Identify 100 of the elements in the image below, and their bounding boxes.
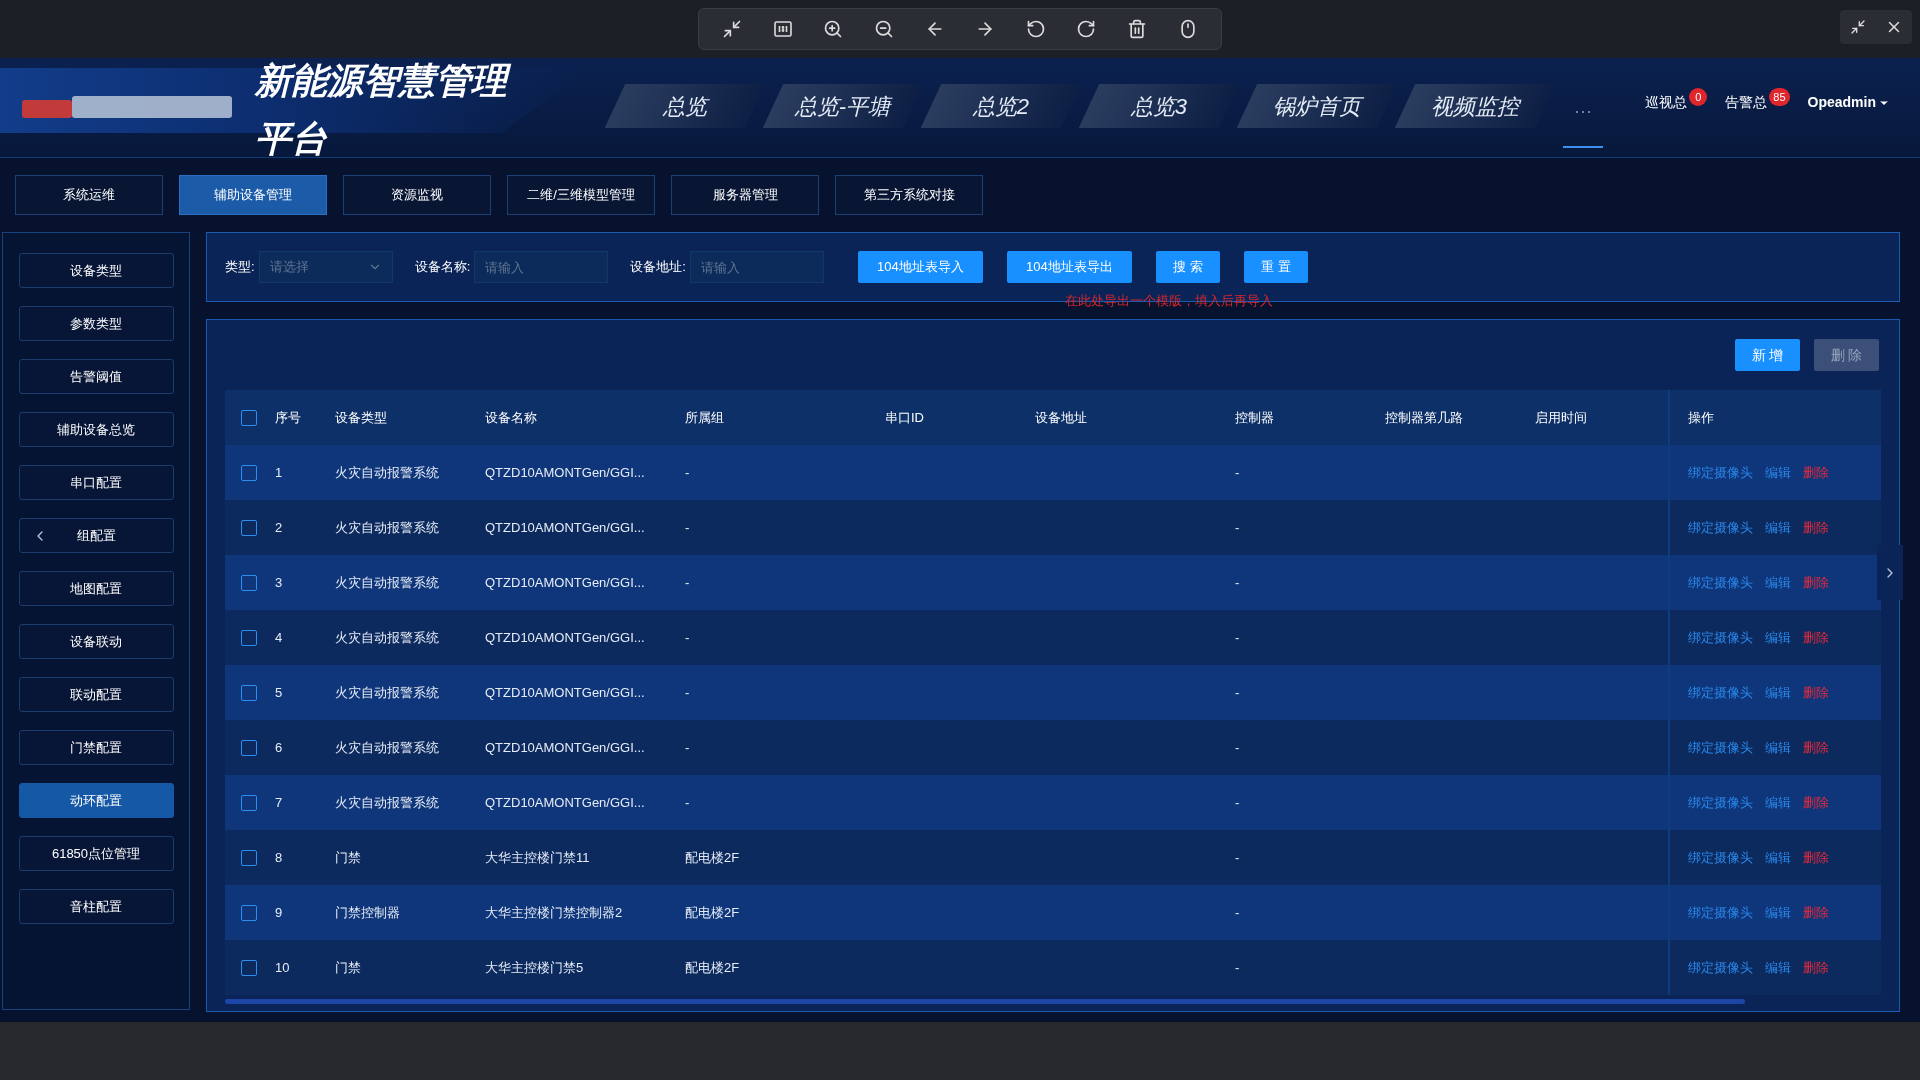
- row-action-link[interactable]: 编辑: [1765, 957, 1791, 978]
- row-action-link[interactable]: 绑定摄像头: [1688, 902, 1753, 923]
- more-nav-button[interactable]: ···: [1563, 98, 1603, 148]
- counter-label[interactable]: 巡视总: [1645, 92, 1688, 113]
- table-cell: -: [685, 519, 690, 535]
- type-select[interactable]: 请选择: [258, 251, 393, 283]
- row-action-link[interactable]: 删除: [1803, 517, 1829, 538]
- sidebar-item[interactable]: 61850点位管理: [18, 836, 174, 871]
- row-action-link[interactable]: 绑定摄像头: [1688, 462, 1753, 483]
- nav-tab[interactable]: 总览3: [1078, 84, 1240, 128]
- row-action-link[interactable]: 编辑: [1765, 682, 1791, 703]
- table-cell: -: [685, 794, 690, 810]
- row-action-link[interactable]: 删除: [1803, 957, 1829, 978]
- table-action-button[interactable]: 新 增: [1735, 339, 1800, 371]
- nav-tab[interactable]: 锅炉首页: [1236, 84, 1398, 128]
- row-checkbox[interactable]: [241, 739, 257, 756]
- sidebar-item[interactable]: 设备类型: [18, 253, 174, 288]
- row-checkbox[interactable]: [241, 464, 257, 481]
- row-checkbox[interactable]: [241, 519, 257, 536]
- row-action-link[interactable]: 编辑: [1765, 462, 1791, 483]
- row-action-link[interactable]: 绑定摄像头: [1688, 792, 1753, 813]
- module-tab[interactable]: 二维/三维模型管理: [507, 175, 655, 215]
- counter-label[interactable]: 告警总: [1725, 92, 1768, 113]
- row-action-link[interactable]: 删除: [1803, 572, 1829, 593]
- field-label: 设备地址:: [630, 258, 686, 277]
- row-action-link[interactable]: 删除: [1803, 627, 1829, 648]
- row-action-link[interactable]: 编辑: [1765, 517, 1791, 538]
- sidebar-item[interactable]: 联动配置: [18, 677, 174, 712]
- row-checkbox[interactable]: [241, 904, 257, 921]
- row-action-link[interactable]: 绑定摄像头: [1688, 627, 1753, 648]
- row-action-link[interactable]: 绑定摄像头: [1688, 517, 1753, 538]
- table-cell: 门禁: [335, 959, 361, 975]
- table-cell: QTZD10AMONTGen/GGI...: [485, 684, 645, 700]
- row-action-link[interactable]: 删除: [1803, 847, 1829, 868]
- sidebar-item[interactable]: 门禁配置: [18, 730, 174, 765]
- user-menu[interactable]: Opeadmin: [1807, 92, 1890, 113]
- table-cell: -: [685, 739, 690, 755]
- column-header: 设备地址: [1035, 409, 1087, 425]
- row-action-link[interactable]: 绑定摄像头: [1688, 957, 1753, 978]
- row-action-link[interactable]: 编辑: [1765, 847, 1791, 868]
- row-action-link[interactable]: 删除: [1803, 462, 1829, 483]
- action-button[interactable]: 重 置: [1243, 251, 1308, 283]
- action-button[interactable]: 搜 索: [1155, 251, 1220, 283]
- row-action-link[interactable]: 编辑: [1765, 572, 1791, 593]
- sidebar-item[interactable]: 动环配置: [18, 783, 174, 818]
- text-field[interactable]: 请输入: [474, 251, 609, 283]
- module-tab[interactable]: 第三方系统对接: [835, 175, 983, 215]
- select-all-checkbox[interactable]: [241, 409, 257, 426]
- column-header: 控制器: [1235, 409, 1274, 425]
- module-tab[interactable]: 系统运维: [15, 175, 163, 215]
- row-checkbox[interactable]: [241, 794, 257, 811]
- nav-tab[interactable]: 总览-平塘: [762, 84, 924, 128]
- row-action-link[interactable]: 删除: [1803, 737, 1829, 758]
- row-checkbox[interactable]: [241, 574, 257, 591]
- sidebar-item[interactable]: 告警阈值: [18, 359, 174, 394]
- row-action-link[interactable]: 绑定摄像头: [1688, 572, 1753, 593]
- row-checkbox[interactable]: [241, 629, 257, 646]
- exit-fullscreen-icon[interactable]: [1849, 19, 1866, 35]
- row-checkbox[interactable]: [241, 684, 257, 701]
- nav-tab[interactable]: 总览: [604, 84, 766, 128]
- nav-tab[interactable]: 视频监控: [1394, 84, 1556, 128]
- nav-tab[interactable]: 总览2: [920, 84, 1082, 128]
- table-cell: 火灾自动报警系统: [335, 519, 439, 535]
- row-action-link[interactable]: 编辑: [1765, 792, 1791, 813]
- horizontal-scrollbar[interactable]: [225, 999, 1745, 1004]
- sidebar-item[interactable]: 辅助设备总览: [18, 412, 174, 447]
- text-field[interactable]: 请输入: [689, 251, 824, 283]
- sidebar-item[interactable]: 地图配置: [18, 571, 174, 606]
- row-action-link[interactable]: 删除: [1803, 682, 1829, 703]
- row-action-link[interactable]: 编辑: [1765, 737, 1791, 758]
- sidebar-item[interactable]: 设备联动: [18, 624, 174, 659]
- row-action-link[interactable]: 删除: [1803, 792, 1829, 813]
- row-action-link[interactable]: 绑定摄像头: [1688, 682, 1753, 703]
- table-cell: -: [1235, 519, 1240, 535]
- zoom-out-icon[interactable]: [874, 19, 895, 39]
- rotate-left-icon[interactable]: [1025, 19, 1046, 39]
- delete-icon[interactable]: [1127, 19, 1148, 39]
- row-action-link[interactable]: 编辑: [1765, 627, 1791, 648]
- sidebar-item[interactable]: 串口配置: [18, 465, 174, 500]
- actual-size-icon[interactable]: [772, 19, 793, 39]
- row-action-link[interactable]: 绑定摄像头: [1688, 737, 1753, 758]
- table-cell: 5: [275, 684, 283, 700]
- table-cell: -: [685, 684, 690, 700]
- row-checkbox[interactable]: [241, 959, 257, 976]
- zoom-in-icon[interactable]: [823, 19, 844, 39]
- sidebar-item[interactable]: 组配置: [18, 518, 174, 553]
- module-tab[interactable]: 辅助设备管理: [179, 175, 327, 215]
- row-action-link[interactable]: 编辑: [1765, 902, 1791, 923]
- rotate-right-icon[interactable]: [1076, 19, 1097, 39]
- action-button[interactable]: 104地址表导出: [1006, 251, 1132, 283]
- module-tab[interactable]: 资源监视: [343, 175, 491, 215]
- row-action-link[interactable]: 绑定摄像头: [1688, 847, 1753, 868]
- sidebar-item[interactable]: 参数类型: [18, 306, 174, 341]
- exit-fullscreen-icon[interactable]: [722, 19, 743, 39]
- sidebar-item[interactable]: 音柱配置: [18, 889, 174, 924]
- action-button[interactable]: 104地址表导入: [857, 251, 983, 283]
- row-action-link[interactable]: 删除: [1803, 902, 1829, 923]
- row-checkbox[interactable]: [241, 849, 257, 866]
- table-cell: 6: [275, 739, 283, 755]
- module-tab[interactable]: 服务器管理: [671, 175, 819, 215]
